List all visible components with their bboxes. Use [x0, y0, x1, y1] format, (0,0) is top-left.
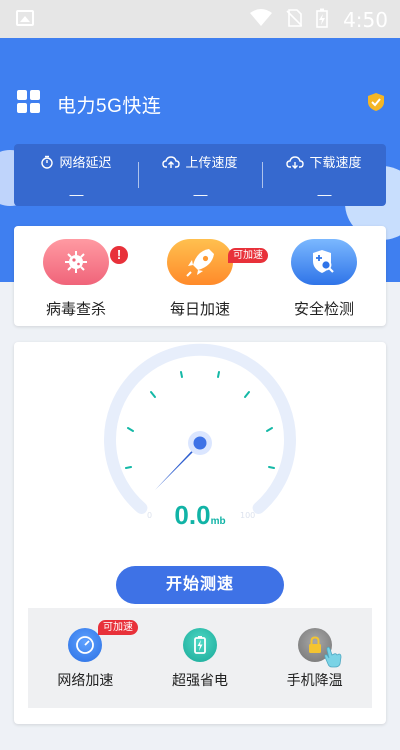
- start-speed-test-button[interactable]: 开始测速: [116, 566, 284, 604]
- security-check-button[interactable]: [291, 239, 357, 285]
- gallery-notification-icon: [16, 10, 34, 26]
- tool-network-boost[interactable]: 可加速 网络加速: [28, 608, 143, 708]
- feature-label: 每日加速: [169, 301, 230, 318]
- feature-label: 病毒查杀: [45, 301, 106, 318]
- metric-value: —: [193, 185, 208, 202]
- speed-unit: mb: [210, 516, 226, 527]
- status-icons: [250, 8, 328, 28]
- tool-label: 超强省电: [172, 672, 228, 688]
- tools-panel: 可加速 网络加速 超强省电 手机降温: [28, 608, 372, 708]
- speed-gauge: 0 100: [104, 343, 296, 520]
- metric-upload: 上传速度 —: [138, 144, 262, 206]
- feature-label: 安全检测: [293, 301, 354, 318]
- feature-security-check[interactable]: 安全检测: [262, 226, 386, 326]
- metric-label: 下载速度: [309, 155, 362, 170]
- app-title: 电力5G快连: [57, 96, 162, 117]
- tool-label: 网络加速: [57, 672, 114, 688]
- app-grid-icon[interactable]: [17, 90, 41, 114]
- cloud-upload-icon: [162, 155, 181, 168]
- feature-virus-scan[interactable]: ! 病毒查杀: [14, 226, 138, 326]
- no-sim-icon: [286, 9, 302, 27]
- gauge-needle: [155, 431, 212, 490]
- metric-value: —: [317, 185, 332, 202]
- battery-icon: [194, 636, 206, 654]
- speed-readout: 0.0mb: [14, 500, 386, 531]
- feature-card: ! 病毒查杀 可加速 每日加速 安全检测: [14, 226, 386, 326]
- feature-daily-boost[interactable]: 可加速 每日加速: [138, 226, 268, 326]
- status-bar: 4:50: [0, 0, 400, 38]
- cloud-download-icon: [286, 155, 305, 169]
- shield-search-icon: [313, 250, 334, 273]
- virus-scan-button[interactable]: [43, 239, 109, 285]
- gauge-arc: [104, 343, 296, 514]
- timer-icon: [41, 155, 54, 169]
- network-metrics: 网络延迟 — 上传速度 — 下载速度 —: [14, 144, 386, 206]
- shield-badge-icon[interactable]: [366, 92, 386, 112]
- tool-label: 手机降温: [286, 672, 343, 688]
- alert-badge: !: [110, 246, 128, 264]
- power-saving-button[interactable]: [183, 628, 217, 662]
- bottom-nav-peek: [0, 742, 400, 750]
- rocket-icon: [186, 249, 214, 277]
- metric-value: —: [69, 185, 84, 202]
- battery-charging-icon: [316, 8, 328, 28]
- speed-value: 0.0: [174, 500, 211, 530]
- daily-boost-button[interactable]: [167, 239, 233, 285]
- tool-power-saving[interactable]: 超强省电: [143, 608, 258, 708]
- boost-tag: 可加速: [98, 620, 138, 635]
- metric-download: 下载速度 —: [262, 144, 386, 206]
- metric-label: 上传速度: [185, 155, 238, 170]
- clock: 4:50: [343, 8, 388, 32]
- metric-label: 网络延迟: [59, 155, 112, 170]
- tool-phone-cooling[interactable]: 手机降温: [257, 608, 372, 708]
- tap-hand-icon: [324, 646, 342, 668]
- wifi-icon: [250, 9, 272, 26]
- virus-icon: [65, 251, 87, 273]
- metric-latency: 网络延迟 —: [14, 144, 138, 206]
- speed-test-card: 0 100 0.0mb 开始测速 可加速 网络加速 超强省电 手机降温: [14, 342, 386, 724]
